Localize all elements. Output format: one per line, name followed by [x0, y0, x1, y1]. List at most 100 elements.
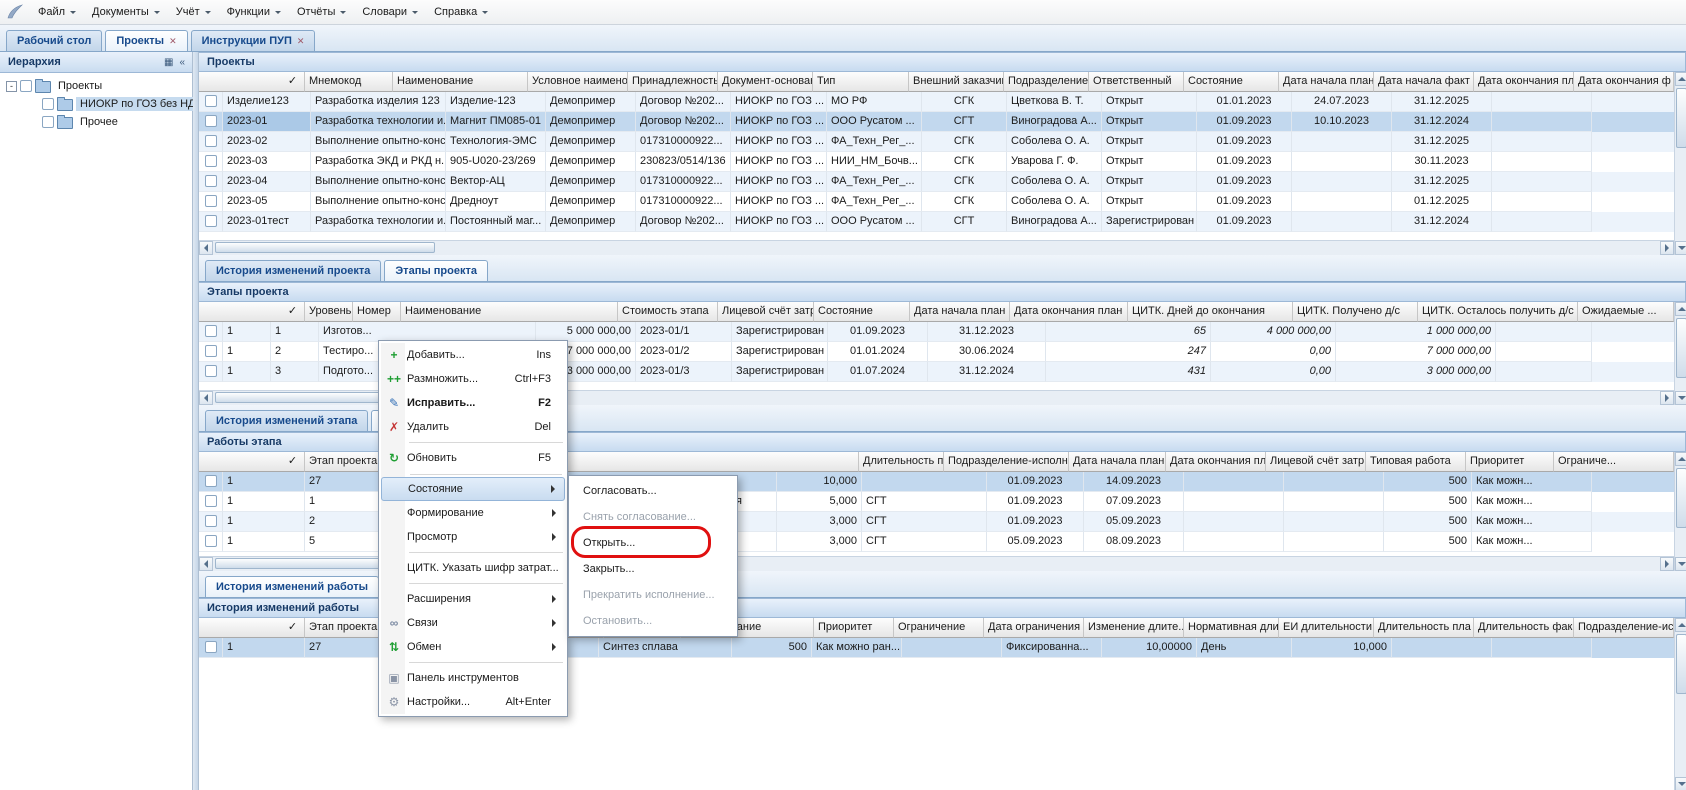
stage-row[interactable]: 1 1 Изготов... 5 000 000,00 2023-01/1 За…: [199, 322, 1674, 342]
tree-checkbox[interactable]: [42, 98, 54, 110]
submenu-item[interactable]: Открыть...: [571, 530, 735, 556]
menubar-item[interactable]: Словари: [354, 3, 426, 21]
scroll-right-button[interactable]: [1660, 241, 1674, 255]
project-row[interactable]: 2023-01 Разработка технологии и... Магни…: [199, 112, 1674, 132]
row-checkbox[interactable]: [205, 135, 217, 147]
column-header[interactable]: Ограниче...: [1554, 452, 1674, 472]
column-header[interactable]: Дата ограничения: [984, 618, 1084, 638]
column-header[interactable]: Длительность фак: [1474, 618, 1574, 638]
column-header[interactable]: Дата окончания ф: [1574, 72, 1674, 92]
main-tab[interactable]: Инструкции ПУП: [191, 30, 316, 51]
row-checkbox[interactable]: [205, 115, 217, 127]
stages-section-header[interactable]: Этапы проекта: [199, 282, 1686, 302]
tree-expander-icon[interactable]: -: [6, 81, 17, 92]
projects-section-header[interactable]: Проекты: [199, 52, 1686, 72]
column-header[interactable]: Наименование: [393, 72, 528, 92]
scroll-up-button[interactable]: [1675, 618, 1686, 632]
scroll-down-button[interactable]: [1675, 557, 1686, 571]
column-header[interactable]: Внешний заказчик: [909, 72, 1004, 92]
scroll-right-button[interactable]: [1660, 391, 1674, 405]
column-header[interactable]: Лицевой счёт затрат: [718, 302, 814, 322]
column-header[interactable]: Лицевой счёт затр: [1266, 452, 1366, 472]
column-header[interactable]: Документ-основан: [718, 72, 813, 92]
project-row[interactable]: Изделие123 Разработка изделия 123 Издели…: [199, 92, 1674, 112]
column-header[interactable]: Состояние: [814, 302, 910, 322]
tree-checkbox[interactable]: [20, 80, 32, 92]
row-checkbox[interactable]: [205, 215, 217, 227]
column-header[interactable]: ЦИТК. Осталось получить д/с: [1418, 302, 1578, 322]
column-header[interactable]: Подразделение-исполнитель...: [944, 452, 1069, 472]
context-menu-item[interactable]: ✗ Удалить Del: [381, 415, 565, 439]
main-tab[interactable]: Проекты: [105, 30, 187, 51]
menubar-item[interactable]: Документы: [84, 3, 168, 21]
scroll-right-button[interactable]: [1660, 557, 1674, 571]
context-menu-item[interactable]: ↻ Обновить F5: [381, 446, 565, 470]
tree-item[interactable]: Прочее: [2, 113, 190, 131]
tree-expander-icon[interactable]: [28, 117, 39, 128]
column-header[interactable]: Ответственный: [1089, 72, 1184, 92]
context-menu-item[interactable]: ▣ Панель инструментов: [381, 666, 565, 690]
column-header[interactable]: Дата окончания план: [1010, 302, 1128, 322]
column-header[interactable]: Подразделение-от: [1004, 72, 1089, 92]
scroll-left-button[interactable]: [199, 557, 213, 571]
column-header[interactable]: Этап проекта: [305, 618, 387, 638]
column-header[interactable]: Дата окончания план: [1166, 452, 1266, 472]
context-menu-item[interactable]: Формирование: [381, 501, 565, 525]
column-header[interactable]: ✓: [281, 72, 305, 92]
context-menu-item[interactable]: ∞ Связи: [381, 611, 565, 635]
vertical-scrollbar[interactable]: [1674, 302, 1686, 405]
close-tab-icon[interactable]: [169, 36, 177, 47]
column-header[interactable]: Длительность план ▼: [859, 452, 944, 472]
column-header[interactable]: Дата начала план.: [1069, 452, 1166, 472]
context-menu-item[interactable]: Расширения: [381, 587, 565, 611]
column-header[interactable]: Дата начала план.: [1279, 72, 1374, 92]
context-menu-item[interactable]: Состояние: [381, 477, 565, 501]
scroll-up-button[interactable]: [1675, 72, 1686, 86]
context-menu-item[interactable]: ⚙ Настройки... Alt+Enter: [381, 690, 565, 714]
column-header[interactable]: Типовая работа: [1366, 452, 1466, 472]
column-header[interactable]: ✓: [281, 618, 305, 638]
context-menu-item[interactable]: ЦИТК. Указать шифр затрат...: [381, 556, 565, 580]
context-menu-item[interactable]: + Добавить... Ins: [381, 343, 565, 367]
submenu-item[interactable]: Снять согласование...: [571, 504, 735, 530]
row-checkbox[interactable]: [205, 515, 217, 527]
column-header[interactable]: Приоритет: [814, 618, 894, 638]
scrollbar-thumb[interactable]: [215, 242, 435, 253]
column-header[interactable]: ЦИТК. Получено д/с: [1293, 302, 1418, 322]
column-header[interactable]: Стоимость этапа: [618, 302, 718, 322]
context-menu-item[interactable]: Просмотр: [381, 525, 565, 549]
scrollbar-thumb[interactable]: [1676, 468, 1686, 528]
project-row[interactable]: 2023-03 Разработка ЭКД и РКД н... 905-U0…: [199, 152, 1674, 172]
scrollbar-thumb[interactable]: [1676, 318, 1686, 378]
column-header[interactable]: Нормативная длит: [1184, 618, 1279, 638]
main-tab[interactable]: Рабочий стол: [6, 30, 102, 51]
column-header[interactable]: Дата окончания пл: [1474, 72, 1574, 92]
submenu-item[interactable]: Прекратить исполнение...: [571, 582, 735, 608]
scrollbar-thumb[interactable]: [1676, 88, 1686, 148]
menubar-item[interactable]: Справка: [426, 3, 496, 21]
row-checkbox[interactable]: [205, 365, 217, 377]
scroll-down-button[interactable]: [1675, 391, 1686, 405]
column-header[interactable]: ✓: [281, 302, 305, 322]
row-checkbox[interactable]: [205, 495, 217, 507]
project-row[interactable]: 2023-02 Выполнение опытно-конс... Технол…: [199, 132, 1674, 152]
column-header[interactable]: Тип: [813, 72, 909, 92]
project-row[interactable]: 2023-04 Выполнение опытно-конс... Вектор…: [199, 172, 1674, 192]
column-header[interactable]: Приоритет: [1466, 452, 1554, 472]
column-header[interactable]: Изменение длите...: [1084, 618, 1184, 638]
hierarchy-grid-icon[interactable]: ▦: [161, 57, 176, 68]
submenu-item[interactable]: Закрыть...: [571, 556, 735, 582]
row-checkbox[interactable]: [205, 195, 217, 207]
vertical-scrollbar[interactable]: [1674, 618, 1686, 790]
column-header[interactable]: Дата начала план: [910, 302, 1010, 322]
column-header[interactable]: Ожидаемые ...: [1578, 302, 1674, 322]
column-header[interactable]: ✓: [281, 452, 305, 472]
detail-tab[interactable]: Этапы проекта: [384, 260, 488, 281]
menubar-item[interactable]: Файл: [30, 3, 84, 21]
column-header[interactable]: Длительность пла: [1374, 618, 1474, 638]
row-checkbox[interactable]: [205, 95, 217, 107]
row-checkbox[interactable]: [205, 155, 217, 167]
column-header[interactable]: Подразделение-ис: [1574, 618, 1674, 638]
menubar-item[interactable]: Учёт: [168, 3, 219, 21]
column-header[interactable]: Принадлежность: [628, 72, 718, 92]
